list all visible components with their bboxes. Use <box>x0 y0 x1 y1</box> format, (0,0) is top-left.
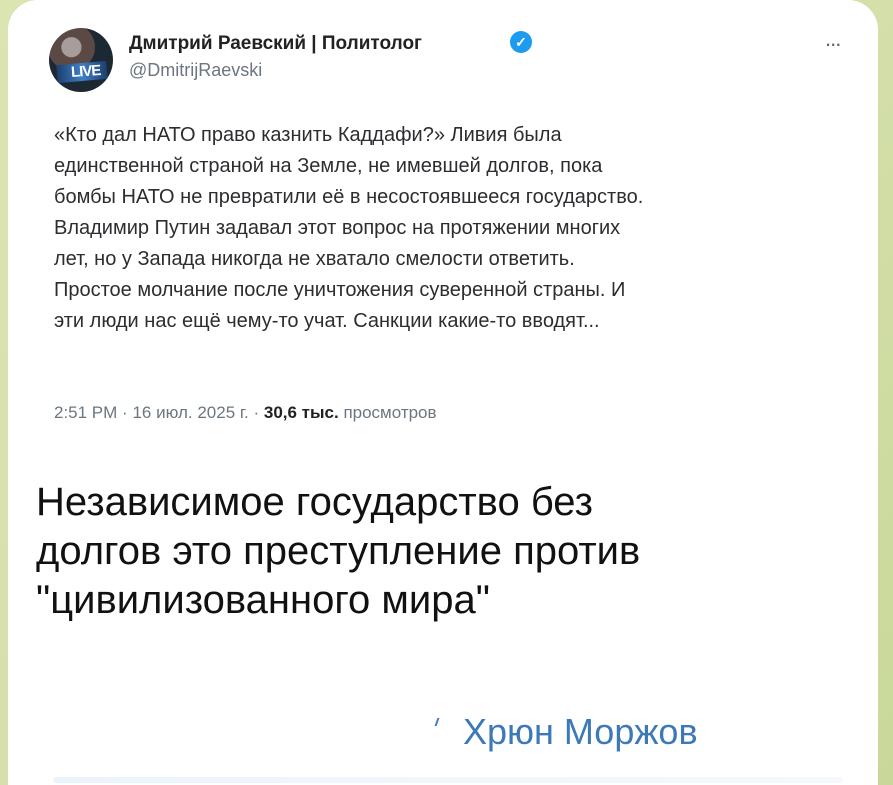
post-metadata: 2:51 PM · 16 июл. 2025 г. · 30,6 тыс. пр… <box>54 402 437 424</box>
author-handle[interactable]: @DmitrijRaevski <box>129 59 262 81</box>
caption-line: "цивилизованного мира" <box>36 578 490 622</box>
message-caption: Независимое государство без долгов это п… <box>36 478 640 625</box>
message-bubble: LIVE Дмитрий Раевский | Политолог ✓ @Dmi… <box>8 0 878 785</box>
views-count: 30,6 тыс. <box>263 403 339 422</box>
quoted-post-card[interactable]: LIVE Дмитрий Раевский | Политолог ✓ @Dmi… <box>8 0 878 456</box>
meta-separator: · <box>122 403 128 422</box>
post-date[interactable]: 16 июл. 2025 г. <box>132 403 248 422</box>
post-text-line: «Кто дал НАТО право казнить Каддафи?» Ли… <box>54 124 562 146</box>
views-label: просмотров <box>343 403 437 422</box>
signature-mark-icon <box>434 718 448 726</box>
signature-link[interactable]: Хрюн Моржов <box>463 711 698 753</box>
avatar-live-text: LIVE <box>70 61 101 82</box>
post-text-line: Владимир Путин задавал этот вопрос на пр… <box>54 217 621 239</box>
post-text-line: лет, но у Запада никогда не хватало смел… <box>54 248 575 270</box>
bottom-preview-strip <box>53 777 843 783</box>
author-name[interactable]: Дмитрий Раевский | Политолог <box>129 32 422 56</box>
post-text-line: бомбы НАТО не превратили её в несостоявш… <box>54 186 644 208</box>
verified-badge-icon: ✓ <box>510 31 532 53</box>
post-time[interactable]: 2:51 PM <box>54 403 117 422</box>
post-text-line: эти люди нас ещё чему-то учат. Санкции к… <box>54 310 600 332</box>
post-text: «Кто дал НАТО право казнить Каддафи?» Ли… <box>54 120 854 337</box>
meta-separator: · <box>253 403 260 422</box>
post-text-line: единственной страной на Земле, не имевше… <box>54 155 603 177</box>
avatar[interactable]: LIVE <box>49 28 113 92</box>
more-horizontal-icon[interactable]: ... <box>825 28 841 50</box>
post-text-line: Простое молчание после уничтожения сувер… <box>54 279 626 301</box>
caption-line: Независимое государство без <box>36 480 593 524</box>
caption-line: долгов это преступление против <box>36 529 641 573</box>
message-screen: LIVE Дмитрий Раевский | Политолог ✓ @Dmi… <box>0 0 893 785</box>
